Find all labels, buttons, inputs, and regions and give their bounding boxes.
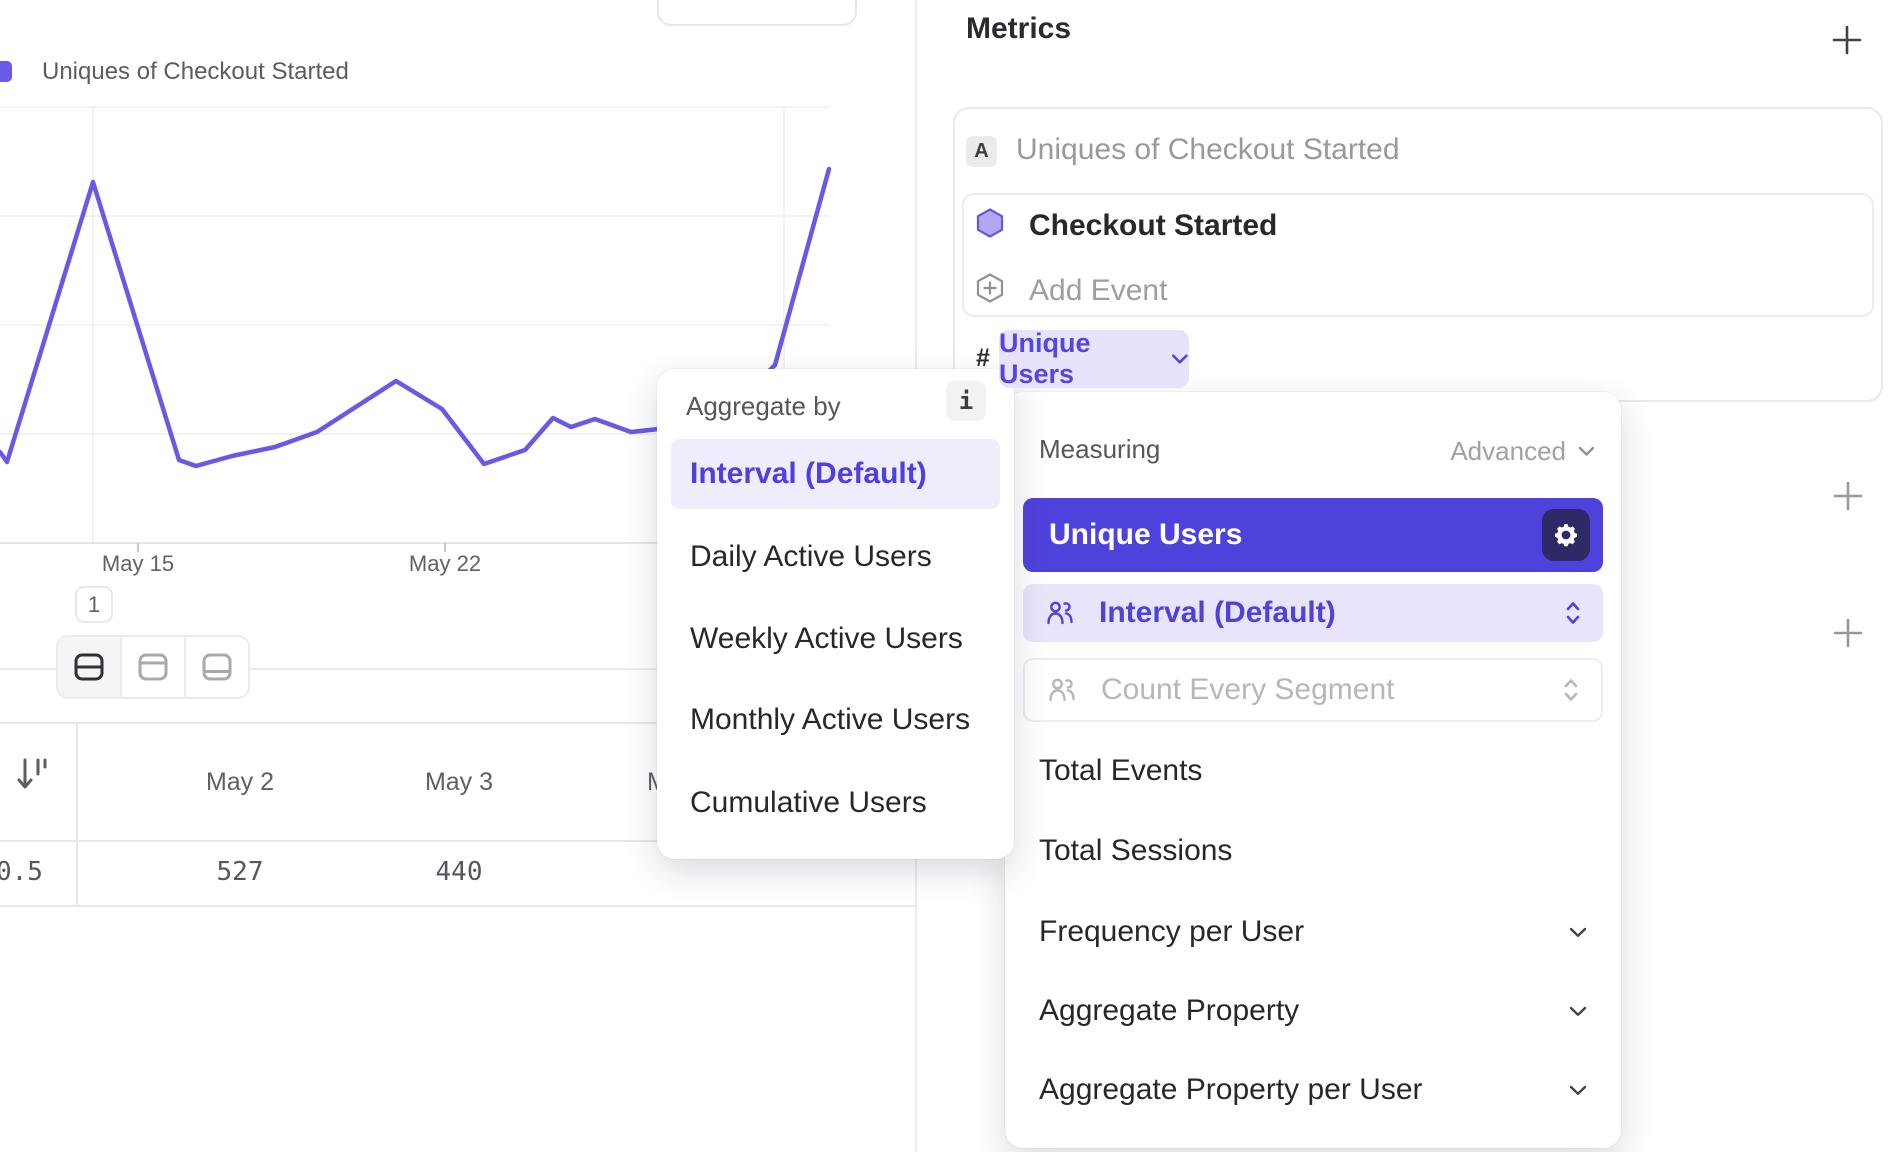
measuring-option-aggregate-property[interactable]: Aggregate Property bbox=[1039, 991, 1587, 1031]
interval-selector-row[interactable]: Interval (Default) bbox=[1023, 584, 1603, 642]
table-header-cell[interactable]: May 3 bbox=[379, 762, 539, 802]
chevron-down-icon bbox=[1171, 353, 1189, 365]
measurement-pill[interactable]: Unique Users bbox=[999, 330, 1189, 388]
table-cell-value: 527 bbox=[160, 852, 320, 892]
up-down-chevrons-icon bbox=[1563, 677, 1579, 703]
add-breakdown-button[interactable] bbox=[1831, 616, 1865, 650]
metric-letter-badge: A bbox=[966, 136, 997, 167]
chevron-down-icon bbox=[1569, 927, 1587, 938]
aggregate-option-daily-active-users[interactable]: Daily Active Users bbox=[690, 537, 932, 577]
table-column-border bbox=[76, 722, 78, 907]
sort-descending-icon[interactable] bbox=[16, 755, 48, 795]
up-down-chevrons-icon bbox=[1565, 600, 1581, 626]
measuring-popup: Measuring Advanced Unique Users bbox=[1005, 392, 1621, 1148]
add-filter-button[interactable] bbox=[1831, 479, 1865, 513]
info-button[interactable]: i bbox=[946, 381, 986, 421]
add-event-button[interactable]: Add Event bbox=[1029, 274, 1167, 308]
event-row[interactable]: Checkout Started bbox=[1029, 209, 1277, 243]
selected-option-label: Unique Users bbox=[1049, 518, 1242, 552]
add-metric-button[interactable] bbox=[1830, 23, 1864, 57]
count-every-segment-label: Count Every Segment bbox=[1101, 673, 1539, 707]
count-every-segment-row[interactable]: Count Every Segment bbox=[1023, 658, 1603, 722]
table-border-bottom bbox=[0, 905, 916, 907]
measuring-option-unique-users-selected[interactable]: Unique Users bbox=[1023, 498, 1603, 572]
x-tick-label: May 15 bbox=[68, 551, 208, 577]
page-chip[interactable]: 1 bbox=[75, 586, 113, 623]
table-cell-value: 440 bbox=[379, 852, 539, 892]
layout-bottom-panel-button[interactable] bbox=[186, 637, 248, 697]
table-header-cell[interactable]: May 2 bbox=[160, 762, 320, 802]
metric-title[interactable]: Uniques of Checkout Started bbox=[1016, 133, 1400, 167]
option-label: Daily Active Users bbox=[690, 540, 932, 574]
layout-top-panel-button[interactable] bbox=[122, 637, 186, 697]
aggregate-option-weekly-active-users[interactable]: Weekly Active Users bbox=[690, 619, 963, 659]
x-tick-label: May 22 bbox=[375, 551, 515, 577]
option-label: Weekly Active Users bbox=[690, 622, 963, 656]
option-label: Aggregate Property bbox=[1039, 994, 1299, 1028]
users-icon bbox=[1047, 675, 1077, 705]
measurement-pill-label: Unique Users bbox=[999, 328, 1161, 390]
measuring-option-total-events[interactable]: Total Events bbox=[1039, 751, 1587, 791]
option-label: Cumulative Users bbox=[690, 786, 927, 820]
option-label: Total Sessions bbox=[1039, 834, 1232, 868]
table-row-label: 0.5 bbox=[0, 852, 48, 892]
aggregate-by-popup: Aggregate by i Interval (Default) Daily … bbox=[657, 369, 1014, 859]
event-hexagon-icon bbox=[976, 208, 1004, 238]
option-label: Interval (Default) bbox=[690, 457, 927, 491]
chevron-down-icon bbox=[1569, 1006, 1587, 1017]
info-icon: i bbox=[959, 387, 973, 415]
interval-selector-label: Interval (Default) bbox=[1099, 596, 1541, 630]
measuring-popup-title: Measuring bbox=[1039, 434, 1160, 465]
users-icon bbox=[1045, 598, 1075, 628]
option-label: Aggregate Property per User bbox=[1039, 1073, 1423, 1107]
gear-icon bbox=[1551, 520, 1581, 550]
gear-settings-button[interactable] bbox=[1542, 509, 1590, 561]
layout-split-horizontal-button[interactable] bbox=[58, 637, 122, 697]
option-label: Total Events bbox=[1039, 754, 1202, 788]
measuring-option-aggregate-property-per-user[interactable]: Aggregate Property per User bbox=[1039, 1070, 1587, 1110]
add-event-hexagon-icon bbox=[976, 273, 1004, 303]
bottom-panel-icon bbox=[200, 652, 234, 682]
measuring-option-frequency-per-user[interactable]: Frequency per User bbox=[1039, 912, 1587, 952]
insights-builder-screen: Uniques of Checkout Started May 15 May 2… bbox=[0, 0, 1898, 1152]
layout-toggle-group bbox=[56, 635, 250, 699]
chevron-down-icon bbox=[1578, 446, 1595, 457]
top-panel-icon bbox=[136, 652, 170, 682]
option-label: Frequency per User bbox=[1039, 915, 1304, 949]
aggregate-option-interval-selected[interactable]: Interval (Default) bbox=[671, 439, 1000, 509]
aggregate-option-cumulative-users[interactable]: Cumulative Users bbox=[690, 783, 927, 823]
advanced-mode-toggle[interactable]: Advanced bbox=[1450, 436, 1595, 467]
aggregate-by-title: Aggregate by bbox=[686, 391, 841, 422]
chevron-down-icon bbox=[1569, 1085, 1587, 1096]
option-label: Monthly Active Users bbox=[690, 703, 970, 737]
aggregate-option-monthly-active-users[interactable]: Monthly Active Users bbox=[690, 700, 970, 740]
advanced-label: Advanced bbox=[1450, 436, 1566, 467]
metrics-panel-title: Metrics bbox=[966, 12, 1071, 46]
split-horizontal-icon bbox=[72, 652, 106, 682]
measuring-option-total-sessions[interactable]: Total Sessions bbox=[1039, 831, 1587, 871]
